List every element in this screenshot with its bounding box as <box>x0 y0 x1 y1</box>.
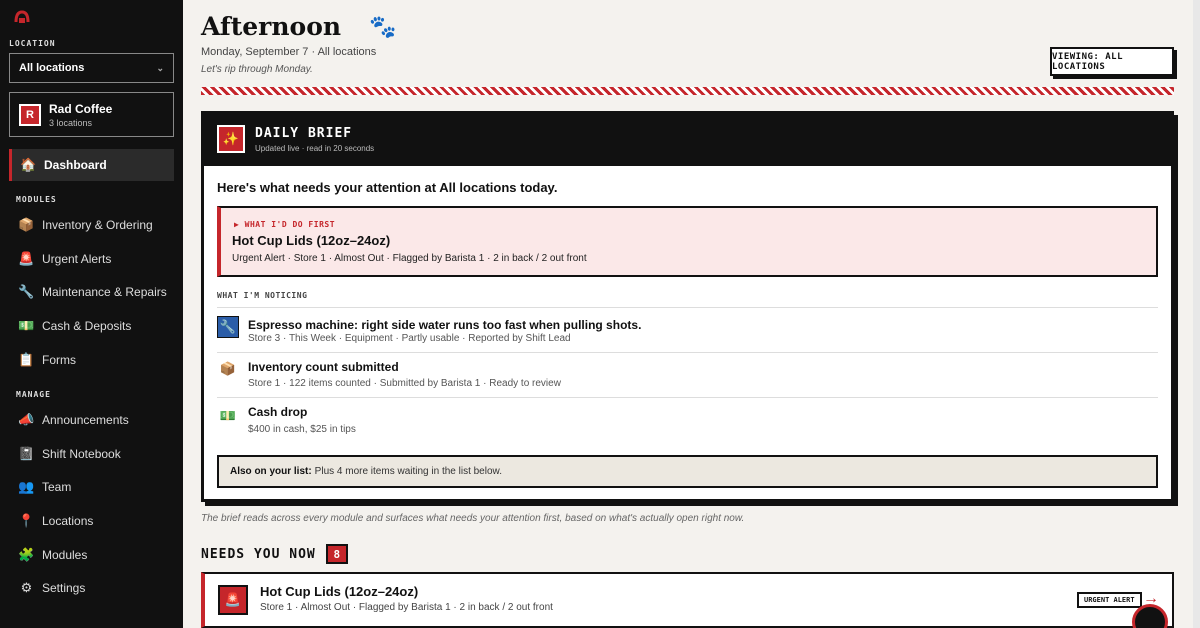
modules-section-label: MODULES <box>16 195 57 204</box>
brief-footnote: The brief reads across every module and … <box>201 513 745 524</box>
sidebar-item-urgent-alerts[interactable]: 🚨 Urgent Alerts <box>18 250 112 266</box>
location-select-value: All locations <box>19 62 85 74</box>
sidebar-item-team[interactable]: 👥 Team <box>18 478 72 494</box>
gear-icon: ⚙ <box>20 579 33 595</box>
needs-item-meta: Store 1 · Almost Out · Flagged by Barist… <box>260 602 553 613</box>
brief-headline: Here's what needs your attention at All … <box>217 180 558 195</box>
sidebar-item-settings[interactable]: ⚙ Settings <box>19 579 86 595</box>
sidebar-item-inventory[interactable]: 📦 Inventory & Ordering <box>18 216 153 232</box>
noticing-item-meta: Store 1 · 122 items counted · Submitted … <box>248 378 561 389</box>
needs-you-now-header: NEEDS YOU NOW 8 <box>201 544 348 564</box>
box-icon: 📦 <box>219 361 237 376</box>
org-name: Rad Coffee <box>49 101 113 116</box>
also-label: Also on your list: <box>230 466 312 477</box>
sidebar-item-label: Team <box>42 479 72 494</box>
location-section-label: LOCATION <box>9 39 56 48</box>
also-on-list: Also on your list: Plus 4 more items wai… <box>217 455 1158 488</box>
wrench-icon: 🔧 <box>217 316 239 338</box>
needs-item-title: Hot Cup Lids (12oz–24oz) <box>260 584 419 599</box>
home-icon: 🏠 <box>20 157 37 172</box>
sidebar-item-label: Forms <box>42 352 76 367</box>
needs-item-card[interactable]: 🚨 Hot Cup Lids (12oz–24oz) Store 1 · Alm… <box>201 572 1174 628</box>
paw-icon: 🐾 <box>369 14 397 39</box>
wrench-icon: 🔧 <box>18 283 35 299</box>
box-icon: 📦 <box>18 216 35 232</box>
location-pin-icon: 📍 <box>18 512 35 528</box>
sidebar-item-maintenance[interactable]: 🔧 Maintenance & Repairs <box>18 283 167 299</box>
noticing-item-meta: $400 in cash, $25 in tips <box>248 424 356 435</box>
first-priority-label: ▶ WHAT I'D DO FIRST <box>234 220 336 229</box>
sidebar-item-label: Modules <box>42 547 88 562</box>
sidebar-item-label: Dashboard <box>44 158 107 172</box>
sidebar-item-dashboard[interactable]: 🏠 Dashboard <box>9 149 174 181</box>
sidebar-item-label: Cash & Deposits <box>42 318 132 333</box>
needs-title: NEEDS YOU NOW <box>201 546 316 562</box>
tagline: Let's rip through Monday. <box>201 64 313 75</box>
also-text: Plus 4 more items waiting in the list be… <box>314 466 502 477</box>
notebook-icon: 📓 <box>18 445 35 461</box>
megaphone-icon: 📣 <box>18 411 35 427</box>
sparkle-icon: ✨ <box>217 125 245 153</box>
main-content: Afternoon 🐾 Monday, September 7 · All lo… <box>183 0 1193 628</box>
noticing-item-title: Inventory count submitted <box>248 360 399 374</box>
siren-icon: 🚨 <box>218 585 248 615</box>
noticing-item[interactable]: 📦 Inventory count submitted Store 1 · 12… <box>217 352 1158 397</box>
daily-brief-subtitle: Updated live · read in 20 seconds <box>255 143 375 153</box>
date-line: Monday, September 7 · All locations <box>201 46 377 58</box>
team-icon: 👥 <box>18 478 35 494</box>
page-title: Afternoon <box>201 12 342 41</box>
sidebar-item-modules[interactable]: 🧩 Modules <box>18 546 88 562</box>
siren-icon: 🚨 <box>18 250 35 266</box>
manage-section-label: MANAGE <box>16 390 51 399</box>
daily-brief-body: Here's what needs your attention at All … <box>204 166 1171 499</box>
sidebar-item-label: Settings <box>42 580 86 595</box>
noticing-item-title: Cash drop <box>248 405 308 419</box>
noticing-item[interactable]: 🔧 Espresso machine: right side water run… <box>217 307 1158 352</box>
location-select[interactable]: All locations ⌄ <box>9 53 174 83</box>
sidebar-item-cash[interactable]: 💵 Cash & Deposits <box>18 317 132 333</box>
logo-icon[interactable] <box>14 10 30 24</box>
first-priority-card[interactable]: ▶ WHAT I'D DO FIRST Hot Cup Lids (12oz–2… <box>217 206 1158 277</box>
first-priority-title: Hot Cup Lids (12oz–24oz) <box>232 233 391 248</box>
sidebar-item-label: Announcements <box>42 412 129 427</box>
cash-icon: 💵 <box>18 317 35 333</box>
noticing-item[interactable]: 💵 Cash drop $400 in cash, $25 in tips <box>217 397 1158 445</box>
first-priority-meta: Urgent Alert · Store 1 · Almost Out · Fl… <box>232 253 587 264</box>
sidebar-item-label: Maintenance & Repairs <box>42 284 167 299</box>
needs-count-badge: 8 <box>325 544 348 564</box>
noticing-item-title: Espresso machine: right side water runs … <box>248 318 642 332</box>
sidebar-item-label: Inventory & Ordering <box>42 217 153 232</box>
daily-brief-title: DAILY BRIEF <box>255 125 353 141</box>
clipboard-icon: 📋 <box>18 351 35 367</box>
daily-brief-header: ✨ DAILY BRIEF Updated live · read in 20 … <box>217 125 374 153</box>
checkered-divider <box>201 87 1174 95</box>
org-avatar: R <box>19 103 41 126</box>
sidebar: LOCATION All locations ⌄ R Rad Coffee 3 … <box>0 0 183 628</box>
sidebar-item-label: Shift Notebook <box>42 446 121 461</box>
daily-brief-panel: ✨ DAILY BRIEF Updated live · read in 20 … <box>201 111 1174 502</box>
viewing-locations-button[interactable]: VIEWING: ALL LOCATIONS <box>1050 47 1174 76</box>
sidebar-item-label: Locations <box>42 513 94 528</box>
puzzle-icon: 🧩 <box>18 546 35 562</box>
sidebar-item-label: Urgent Alerts <box>42 251 112 266</box>
chevron-down-icon: ⌄ <box>156 62 164 73</box>
urgent-alert-badge: URGENT ALERT <box>1077 592 1142 608</box>
sidebar-item-forms[interactable]: 📋 Forms <box>18 351 76 367</box>
sidebar-item-announcements[interactable]: 📣 Announcements <box>18 411 129 427</box>
org-location-count: 3 locations <box>49 117 93 128</box>
cash-icon: 💵 <box>219 408 237 423</box>
sidebar-item-shift-notebook[interactable]: 📓 Shift Notebook <box>18 445 121 461</box>
noticing-label: WHAT I'M NOTICING <box>217 291 308 300</box>
sidebar-item-locations[interactable]: 📍 Locations <box>18 512 94 528</box>
org-card[interactable]: R Rad Coffee 3 locations <box>9 92 174 137</box>
noticing-item-meta: Store 3 · This Week · Equipment · Partly… <box>248 333 571 344</box>
scrollbar[interactable] <box>1193 0 1200 628</box>
